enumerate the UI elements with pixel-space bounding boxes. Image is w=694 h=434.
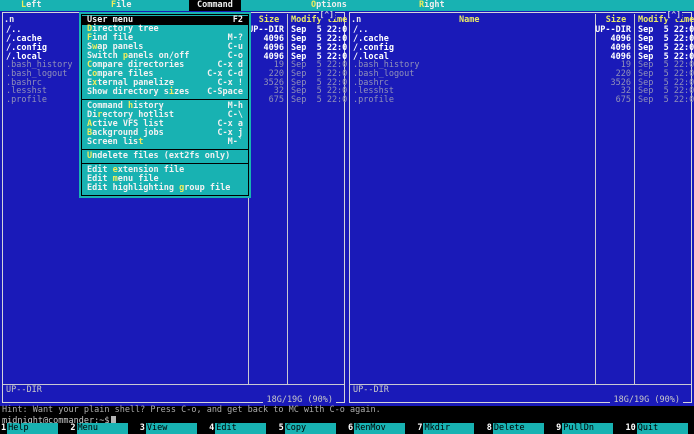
dropdown-list: User menu F2 Directory tree Find file M-? Swa… <box>81 15 249 193</box>
fkey-number: 4 <box>209 423 215 433</box>
menubar-item-file[interactable]: File <box>103 0 139 11</box>
ministatus-separator <box>350 384 691 385</box>
fkey-label: Quit <box>636 423 688 434</box>
ministatus-separator <box>3 384 344 385</box>
item-label: Command <box>197 0 233 10</box>
fkey-number: 2 <box>70 423 76 433</box>
function-key-bar: 1 Help 2 Menu 3 View 4 Edit 5 Copy 6 RenMov 7 Mkdir 8 D… <box>0 423 694 434</box>
free-space-indicator: 18G/19G (90%) <box>610 396 683 405</box>
fkey-number: 1 <box>1 423 7 433</box>
file-name: .profile <box>6 95 47 105</box>
fkey-view[interactable]: 3 View <box>139 423 208 434</box>
fkey-quit[interactable]: 10 Quit <box>625 423 694 434</box>
fkey-number: 9 <box>556 423 562 433</box>
fkey-label: Edit <box>215 423 267 434</box>
menu-item-undelete-files-ext2fs-only[interactable]: Undelete files (ext2fs only) <box>82 152 248 161</box>
fkey-renmov[interactable]: 6 RenMov <box>347 423 416 434</box>
fkey-label: View <box>145 423 197 434</box>
fkey-number: 10 <box>625 423 636 433</box>
file-size: 675 <box>615 95 631 105</box>
fkey-number: 3 <box>139 423 145 433</box>
sort-indicator[interactable]: .n <box>4 16 14 25</box>
fkey-number: 6 <box>347 423 354 433</box>
menu-item-shortcut: F2 <box>232 15 243 25</box>
fkey-label: Delete <box>492 423 544 434</box>
item-label: Undelete files (ext2fs only) <box>87 151 231 161</box>
file-mtime: Sep 5 22:00 <box>291 95 353 105</box>
file-name: .profile <box>353 95 394 105</box>
file-mtime: Sep 5 22:00 <box>638 95 694 105</box>
free-space-indicator: 18G/19G (90%) <box>263 396 336 405</box>
mc-screen: [^].nNameSizeModify time/..UP--DIRSep 5 … <box>0 0 694 434</box>
fkey-pulldn[interactable]: 9 PullDn <box>555 423 624 434</box>
fkey-menu[interactable]: 2 Menu <box>69 423 138 434</box>
fkey-label: Help <box>7 423 59 434</box>
item-label: Left <box>21 0 42 10</box>
item-label: Screen list <box>87 137 144 147</box>
menubar-item-left[interactable]: Left <box>13 0 49 11</box>
column-header-size[interactable]: Size <box>252 16 286 25</box>
item-label: File <box>111 0 132 10</box>
ministatus: UP--DIR <box>6 385 42 395</box>
fkey-label: Menu <box>76 423 128 434</box>
fkey-label: Mkdir <box>423 423 475 434</box>
fkey-label: Copy <box>284 423 336 434</box>
fkey-number: 7 <box>417 423 423 433</box>
ministatus: UP--DIR <box>353 385 389 395</box>
item-label: Show directory sizes <box>87 87 190 97</box>
fkey-number: 8 <box>486 423 492 433</box>
menubar-item-options[interactable]: Options <box>303 0 355 11</box>
menu-item-shortcut: C-Space <box>207 87 243 97</box>
menu-item-edit-highlighting-group-file[interactable]: Edit highlighting group file <box>82 184 248 193</box>
file-size: 32 <box>620 86 631 96</box>
file-size: 19 <box>620 60 631 70</box>
item-label: Options <box>311 0 347 10</box>
command-menu-dropdown: User menu F2 Directory tree Find file M-? Swa… <box>79 12 251 198</box>
fkey-copy[interactable]: 5 Copy <box>278 423 347 434</box>
fkey-label: RenMov <box>354 423 406 434</box>
panel-up-button[interactable]: [^] <box>665 10 682 19</box>
right-panel: [^] .n Name Size Modify time/.. UP--DIR Sep 5 … <box>347 10 694 406</box>
column-header-name[interactable]: Name <box>459 16 479 25</box>
fkey-delete[interactable]: 8 Delete <box>486 423 555 434</box>
fkey-help[interactable]: 1 Help <box>0 423 69 434</box>
menu-item-show-directory-sizes[interactable]: Show directory sizes C-Space <box>82 88 248 97</box>
column-header-size[interactable]: Size <box>599 16 633 25</box>
fkey-number: 5 <box>278 423 284 433</box>
item-label: Edit highlighting group file <box>87 183 231 193</box>
file-row-profile[interactable]: .profile 675 Sep 5 22:00 <box>350 95 694 105</box>
fkey-label: PullDn <box>562 423 614 434</box>
menu-item-screen-list[interactable]: Screen list M-` <box>82 138 248 147</box>
item-label: Right <box>419 0 445 10</box>
menubar-item-right[interactable]: Right <box>411 0 453 11</box>
menubar-item-command[interactable]: Command <box>189 0 241 11</box>
menu-bar: Left File Command Options Right <box>0 0 694 11</box>
fkey-mkdir[interactable]: 7 Mkdir <box>416 423 485 434</box>
sort-indicator[interactable]: .n <box>351 16 361 25</box>
hint-line: Hint: Want your plain shell? Press C-o, … <box>2 405 381 415</box>
fkey-edit[interactable]: 4 Edit <box>208 423 277 434</box>
menu-item-shortcut: M-` <box>227 137 243 147</box>
panel-up-button[interactable]: [^] <box>318 10 335 19</box>
